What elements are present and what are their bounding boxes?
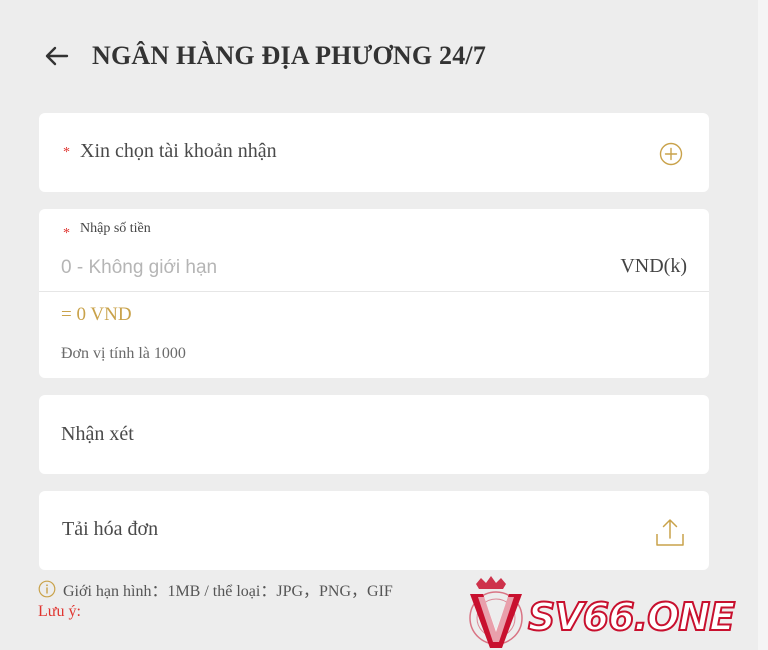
note-card — [39, 395, 709, 474]
page-title: NGÂN HÀNG ĐỊA PHƯƠNG 24/7 — [92, 41, 487, 70]
upload-invoice-row[interactable]: Tải hóa đơn — [39, 491, 709, 570]
crown-shield-icon — [469, 576, 523, 648]
image-limit-note: Giới hạn hình：1MB / thể loại：JPG，PNG，GIF — [38, 577, 393, 601]
watermark-logo: SV66.ONE — [456, 572, 768, 650]
caution-label: Lưu ý: — [38, 603, 81, 620]
converted-amount: = 0 VND — [61, 304, 132, 325]
note-input[interactable] — [61, 419, 681, 449]
amount-card: * Nhập số tiền VND(k) = 0 VND Đơn vị tín… — [39, 209, 709, 378]
amount-input[interactable] — [61, 253, 591, 283]
info-circle-icon — [38, 580, 56, 598]
amount-label: Nhập số tiền — [80, 221, 151, 236]
required-mark: * — [63, 226, 70, 241]
circle-plus-icon[interactable] — [659, 142, 683, 166]
upload-invoice-label: Tải hóa đơn — [62, 518, 159, 540]
page-edge — [758, 0, 768, 650]
arrow-left-icon[interactable] — [44, 43, 70, 69]
divider — [39, 291, 709, 292]
upload-icon[interactable] — [654, 516, 686, 548]
select-account-row[interactable]: * Xin chọn tài khoản nhận — [39, 113, 709, 192]
required-mark: * — [63, 145, 70, 160]
select-account-label: Xin chọn tài khoản nhận — [80, 140, 277, 162]
amount-unit: VND(k) — [620, 255, 687, 277]
image-limit-text: Giới hạn hình：1MB / thể loại：JPG，PNG，GIF — [63, 583, 393, 600]
header: NGÂN HÀNG ĐỊA PHƯƠNG 24/7 — [44, 36, 486, 76]
watermark-text: SV66.ONE — [527, 594, 736, 640]
unit-hint: Đơn vị tính là 1000 — [61, 345, 186, 362]
